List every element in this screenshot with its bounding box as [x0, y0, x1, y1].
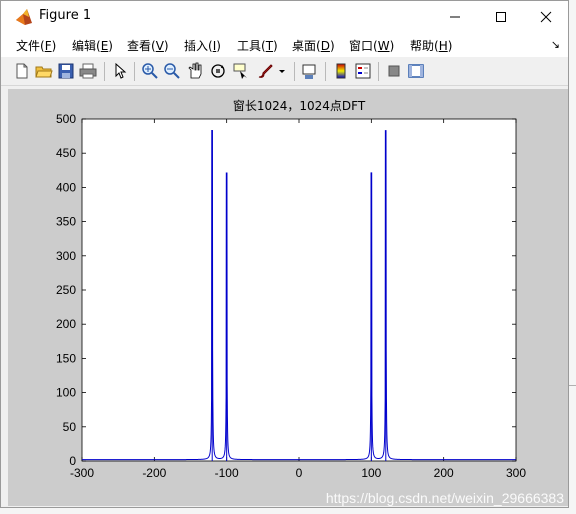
- menu-help[interactable]: 帮助(H): [410, 37, 452, 54]
- minimize-icon: [450, 16, 460, 17]
- x-tick-label: 200: [434, 466, 454, 480]
- close-button[interactable]: [523, 1, 569, 32]
- menu-tools[interactable]: 工具(T): [237, 37, 278, 54]
- data-cursor-icon[interactable]: [232, 62, 250, 80]
- y-tick-label: 450: [56, 146, 76, 160]
- maximize-icon: [496, 11, 506, 22]
- y-tick-label: 500: [56, 112, 76, 126]
- y-tick-label: 100: [56, 386, 76, 400]
- pointer-icon[interactable]: [111, 62, 129, 80]
- figure-window: Figure 1 文件(F) 编辑(E) 查看(V) 插入(I) 工具(T) 桌…: [0, 0, 569, 508]
- y-tick-label: 350: [56, 215, 76, 229]
- link-plot-icon[interactable]: [301, 62, 319, 80]
- toolbar-separator: [134, 62, 135, 81]
- hide-plot-tools-icon[interactable]: [385, 62, 403, 80]
- y-tick-label: 250: [56, 283, 76, 297]
- y-tick-label: 150: [56, 351, 76, 365]
- minimize-button[interactable]: [432, 1, 478, 32]
- zoom-in-icon[interactable]: [141, 62, 159, 80]
- chart-title: 窗长1024，1024点DFT: [233, 99, 366, 113]
- menu-desktop[interactable]: 桌面(D): [292, 37, 335, 54]
- colorbar-icon[interactable]: [332, 62, 350, 80]
- menu-file[interactable]: 文件(F): [16, 37, 56, 54]
- x-tick-label: 0: [296, 466, 303, 480]
- x-tick-label: 300: [506, 466, 526, 480]
- menu-view[interactable]: 查看(V): [127, 37, 169, 54]
- rotate-3d-icon[interactable]: [209, 62, 227, 80]
- y-tick-label: 200: [56, 317, 76, 331]
- show-plot-tools-icon[interactable]: [407, 62, 425, 80]
- y-tick-label: 50: [63, 420, 77, 434]
- brush-icon[interactable]: [256, 62, 274, 80]
- x-tick-label: -100: [215, 466, 239, 480]
- figure-canvas: 窗长1024，1024点DFT 0 50 100 150 200 250 300 350 400 4…: [8, 89, 568, 506]
- menu-edit[interactable]: 编辑(E): [72, 37, 113, 54]
- pan-icon[interactable]: [186, 62, 204, 80]
- matlab-logo-icon: [15, 8, 33, 26]
- close-icon: [540, 11, 552, 22]
- title-bar[interactable]: Figure 1: [1, 1, 568, 32]
- toolbar-separator: [294, 62, 295, 81]
- plot-area: [81, 118, 517, 462]
- y-tick-label: 300: [56, 249, 76, 263]
- menu-bar: 文件(F) 编辑(E) 查看(V) 插入(I) 工具(T) 桌面(D) 窗口(W…: [1, 32, 568, 57]
- window-title: Figure 1: [39, 8, 92, 23]
- menu-insert[interactable]: 插入(I): [184, 37, 221, 54]
- background-window: [569, 0, 576, 514]
- y-tick-label: 400: [56, 180, 76, 194]
- toolbar-separator: [378, 62, 379, 81]
- toolbar-separator: [104, 62, 105, 81]
- watermark-text: https://blog.csdn.net/weixin_29666383: [325, 490, 564, 506]
- open-file-icon[interactable]: [35, 62, 53, 80]
- zoom-out-icon[interactable]: [163, 62, 181, 80]
- menu-window[interactable]: 窗口(W): [349, 37, 394, 54]
- maximize-button[interactable]: [478, 1, 524, 32]
- chart: 窗长1024，1024点DFT 0 50 100 150 200 250 300 350 400 4…: [56, 99, 526, 480]
- background-bottom-strip: [0, 508, 569, 514]
- x-tick-label: -200: [142, 466, 166, 480]
- menu-dock-arrow-icon[interactable]: ↘: [551, 38, 560, 51]
- save-icon[interactable]: [57, 62, 75, 80]
- new-figure-icon[interactable]: [13, 62, 31, 80]
- figure-toolbar: [1, 57, 568, 86]
- print-icon[interactable]: [79, 62, 97, 80]
- background-divider: [569, 385, 576, 386]
- x-tick-label: 100: [361, 466, 381, 480]
- legend-icon[interactable]: [354, 62, 372, 80]
- x-tick-label: -300: [70, 466, 94, 480]
- toolbar-separator: [325, 62, 326, 81]
